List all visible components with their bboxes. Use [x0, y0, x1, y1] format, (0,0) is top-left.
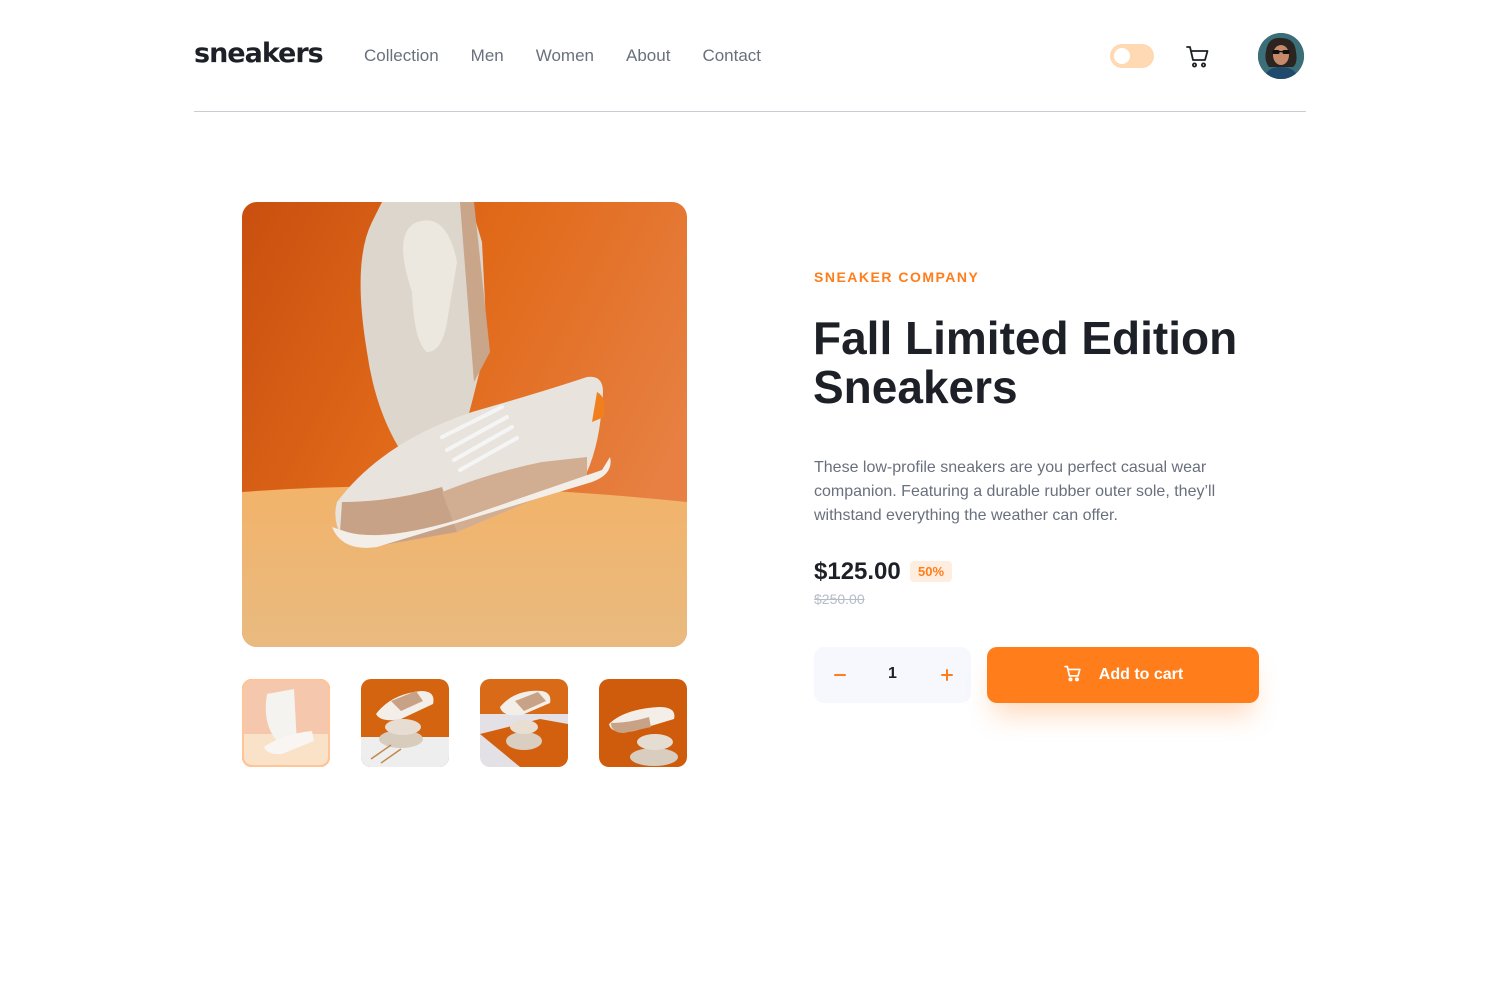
- nav-item-about[interactable]: About: [626, 46, 670, 66]
- nav-item-men[interactable]: Men: [471, 46, 504, 66]
- product-title-line2: Sneakers: [813, 361, 1018, 413]
- plus-icon[interactable]: [935, 663, 959, 687]
- thumbnail-1[interactable]: [242, 679, 330, 767]
- logo[interactable]: sneakers: [194, 38, 324, 69]
- product-title: Fall Limited Edition Sneakers: [813, 314, 1273, 412]
- cart-icon[interactable]: [1184, 42, 1212, 70]
- nav-item-collection[interactable]: Collection: [364, 46, 439, 66]
- product-title-line1: Fall Limited Edition: [813, 312, 1238, 364]
- nav-item-contact[interactable]: Contact: [702, 46, 761, 66]
- thumbnail-3[interactable]: [480, 679, 568, 767]
- theme-toggle[interactable]: [1110, 44, 1154, 68]
- original-price: $250.00: [814, 591, 865, 607]
- product-brand: SNEAKER COMPANY: [814, 269, 980, 285]
- product-description: These low-profile sneakers are you perfe…: [814, 459, 1216, 524]
- avatar[interactable]: [1258, 33, 1304, 79]
- add-to-cart-label: Add to cart: [1098, 666, 1184, 683]
- discount-badge: 50%: [910, 561, 953, 582]
- main-nav: Collection Men Women About Contact: [364, 46, 761, 66]
- thumbnail-4[interactable]: [599, 679, 687, 767]
- add-to-cart-button[interactable]: Add to cart: [987, 647, 1259, 703]
- current-price: $125.00: [814, 558, 901, 585]
- quantity-stepper: 1: [814, 647, 971, 703]
- thumbnail-2[interactable]: [361, 679, 449, 767]
- toggle-knob: [1114, 48, 1130, 64]
- cart-icon: [1063, 663, 1083, 688]
- product-main-image[interactable]: [242, 202, 687, 647]
- nav-item-women[interactable]: Women: [536, 46, 594, 66]
- thumbnail-strip: [242, 679, 687, 767]
- site-header: sneakers Collection Men Women About Cont…: [194, 0, 1306, 112]
